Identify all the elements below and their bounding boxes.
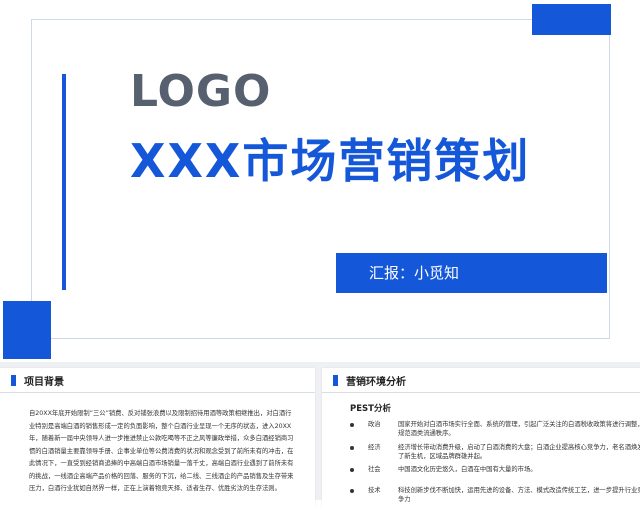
pest-title: PEST分析	[350, 404, 391, 414]
panel-header: 营销环境分析	[322, 368, 640, 393]
slide-title: XXX市场营销策划	[130, 134, 531, 188]
marketing-environment-panel[interactable]: 营销环境分析 PEST分析 政治 国家开始对白酒市场实行全面、系统的管理，引起广…	[322, 368, 640, 508]
bullet-icon	[350, 468, 354, 472]
background-text: 自20XX年底开始限制“三公”销费、反对铺张浪费以及限制招待用酒等政策相继推出，…	[29, 410, 294, 492]
logo-text: LOGO	[130, 66, 272, 117]
title-slide: LOGO XXX市场营销策划 汇报：小觅知	[0, 0, 640, 360]
accent-vertical-bar	[62, 74, 66, 290]
bullet-icon	[350, 489, 354, 493]
pest-desc: 国家开始对白酒市场实行全面、系统的管理，引起广泛关注的白酒税收政策将进行调整，规…	[398, 421, 640, 437]
heading-marker	[11, 375, 16, 386]
heading-marker	[333, 375, 338, 386]
accent-square-bottom	[3, 301, 51, 359]
background-paragraph: 自20XX年底开始限制“三公”销费、反对铺张浪费以及限制招待用酒等政策相继推出，…	[29, 408, 294, 496]
panel-header: 项目背景	[0, 368, 315, 393]
panel-heading: 营销环境分析	[346, 377, 406, 388]
pest-desc: 科技创新步伐不断加快，运用先进的设备、方法、模式改造传统工艺，进一步提升行业竞争…	[398, 487, 640, 503]
project-background-panel[interactable]: 项目背景 自20XX年底开始限制“三公”销费、反对铺张浪费以及限制招待用酒等政策…	[0, 368, 315, 508]
accent-square-top	[532, 4, 611, 35]
pest-key: 社会	[368, 466, 381, 473]
reporter-banner: 汇报：小觅知	[336, 253, 607, 293]
thumbnail-panels: 项目背景 自20XX年底开始限制“三公”销费、反对铺张浪费以及限制招待用酒等政策…	[0, 362, 640, 508]
bullet-icon	[350, 423, 354, 427]
panel-heading: 项目背景	[24, 377, 64, 388]
pest-desc: 中国酒文化历史悠久，白酒在中国有大量的市场。	[398, 466, 537, 473]
pest-key: 政治	[368, 421, 381, 428]
pest-key: 经济	[368, 444, 381, 451]
pest-desc: 经济增长带动消费升级，启动了白酒消费的大盘；白酒企业提高核心竞争力，老名酒焕发了…	[398, 444, 640, 460]
pest-key: 技术	[368, 487, 381, 494]
bullet-icon	[350, 446, 354, 450]
